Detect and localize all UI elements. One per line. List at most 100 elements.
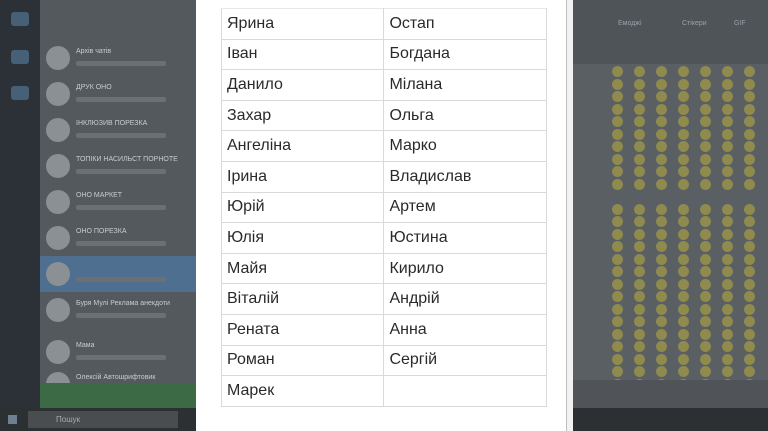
emoji-icon[interactable]: [722, 328, 733, 340]
emoji-icon[interactable]: [700, 103, 711, 115]
emoji-icon[interactable]: [634, 66, 645, 77]
tab-emoji[interactable]: Емоджі: [618, 20, 642, 27]
emoji-icon[interactable]: [656, 203, 667, 215]
emoji-icon[interactable]: [700, 91, 711, 102]
viewer-scrollbar[interactable]: [566, 0, 573, 431]
emoji-icon[interactable]: [678, 303, 689, 315]
emoji-icon[interactable]: [700, 178, 711, 190]
windows-start-icon[interactable]: [8, 415, 17, 424]
chat-item[interactable]: ОНО МАРКЕТ: [40, 184, 196, 220]
emoji-icon[interactable]: [634, 216, 645, 227]
emoji-icon[interactable]: [678, 166, 689, 177]
emoji-icon[interactable]: [634, 91, 645, 102]
emoji-icon[interactable]: [656, 91, 667, 102]
emoji-icon[interactable]: [612, 228, 623, 240]
left-bottom-banner[interactable]: [40, 383, 196, 408]
menu-icon[interactable]: [11, 12, 29, 26]
emoji-icon[interactable]: [700, 228, 711, 240]
emoji-icon[interactable]: [700, 291, 711, 302]
emoji-icon[interactable]: [744, 216, 755, 227]
emoji-icon[interactable]: [722, 128, 733, 140]
emoji-icon[interactable]: [634, 366, 645, 377]
emoji-icon[interactable]: [722, 91, 733, 102]
emoji-icon[interactable]: [678, 178, 689, 190]
emoji-icon[interactable]: [744, 303, 755, 315]
emoji-icon[interactable]: [656, 328, 667, 340]
emoji-icon[interactable]: [634, 78, 645, 90]
emoji-icon[interactable]: [656, 228, 667, 240]
emoji-icon[interactable]: [744, 341, 755, 352]
emoji-icon[interactable]: [656, 266, 667, 277]
emoji-icon[interactable]: [722, 103, 733, 115]
chat-item[interactable]: Мама: [40, 334, 196, 370]
emoji-icon[interactable]: [634, 153, 645, 165]
emoji-icon[interactable]: [678, 103, 689, 115]
emoji-icon[interactable]: [700, 78, 711, 90]
tab-gif[interactable]: GIF: [734, 20, 746, 27]
emoji-icon[interactable]: [744, 366, 755, 377]
emoji-icon[interactable]: [656, 116, 667, 127]
emoji-icon[interactable]: [678, 291, 689, 302]
chats-folder-icon[interactable]: [11, 50, 29, 64]
chat-item[interactable]: ДРУК ОНО: [40, 76, 196, 112]
emoji-icon[interactable]: [700, 341, 711, 352]
emoji-icon[interactable]: [700, 278, 711, 290]
emoji-icon[interactable]: [678, 278, 689, 290]
chat-item[interactable]: ТОПІКИ НАСИЛЬСТ ПОРНОТЕ: [40, 148, 196, 184]
emoji-icon[interactable]: [744, 203, 755, 215]
emoji-icon[interactable]: [678, 328, 689, 340]
emoji-icon[interactable]: [678, 253, 689, 265]
emoji-icon[interactable]: [656, 291, 667, 302]
emoji-icon[interactable]: [678, 91, 689, 102]
chat-item[interactable]: ОНО ПОРЕЗКА: [40, 220, 196, 256]
emoji-icon[interactable]: [700, 153, 711, 165]
emoji-icon[interactable]: [744, 166, 755, 177]
emoji-icon[interactable]: [722, 66, 733, 77]
emoji-icon[interactable]: [744, 316, 755, 327]
emoji-icon[interactable]: [744, 241, 755, 252]
emoji-icon[interactable]: [700, 216, 711, 227]
emoji-icon[interactable]: [612, 291, 623, 302]
emoji-icon[interactable]: [700, 166, 711, 177]
emoji-icon[interactable]: [656, 353, 667, 365]
emoji-icon[interactable]: [678, 341, 689, 352]
emoji-icon[interactable]: [656, 153, 667, 165]
emoji-icon[interactable]: [722, 278, 733, 290]
emoji-icon[interactable]: [678, 353, 689, 365]
emoji-icon[interactable]: [700, 141, 711, 152]
emoji-icon[interactable]: [744, 328, 755, 340]
emoji-icon[interactable]: [656, 178, 667, 190]
emoji-icon[interactable]: [700, 253, 711, 265]
emoji-icon[interactable]: [722, 341, 733, 352]
chat-item-selected[interactable]: [40, 256, 196, 292]
emoji-icon[interactable]: [700, 303, 711, 315]
emoji-icon[interactable]: [612, 353, 623, 365]
emoji-icon[interactable]: [612, 66, 623, 77]
emoji-icon[interactable]: [700, 316, 711, 327]
emoji-icon[interactable]: [612, 166, 623, 177]
emoji-icon[interactable]: [744, 141, 755, 152]
taskbar-search[interactable]: Пошук: [28, 411, 178, 428]
emoji-icon[interactable]: [634, 353, 645, 365]
emoji-icon[interactable]: [612, 366, 623, 377]
emoji-icon[interactable]: [678, 128, 689, 140]
emoji-icon[interactable]: [656, 128, 667, 140]
emoji-icon[interactable]: [744, 91, 755, 102]
emoji-icon[interactable]: [722, 303, 733, 315]
emoji-icon[interactable]: [678, 141, 689, 152]
emoji-icon[interactable]: [612, 328, 623, 340]
emoji-icon[interactable]: [744, 78, 755, 90]
emoji-icon[interactable]: [634, 128, 645, 140]
emoji-icon[interactable]: [656, 166, 667, 177]
emoji-icon[interactable]: [678, 366, 689, 377]
emoji-icon[interactable]: [744, 128, 755, 140]
emoji-icon[interactable]: [656, 303, 667, 315]
emoji-icon[interactable]: [634, 266, 645, 277]
emoji-icon[interactable]: [634, 178, 645, 190]
emoji-icon[interactable]: [722, 78, 733, 90]
emoji-icon[interactable]: [612, 341, 623, 352]
emoji-icon[interactable]: [634, 241, 645, 252]
emoji-icon[interactable]: [612, 153, 623, 165]
emoji-icon[interactable]: [722, 203, 733, 215]
emoji-icon[interactable]: [612, 91, 623, 102]
